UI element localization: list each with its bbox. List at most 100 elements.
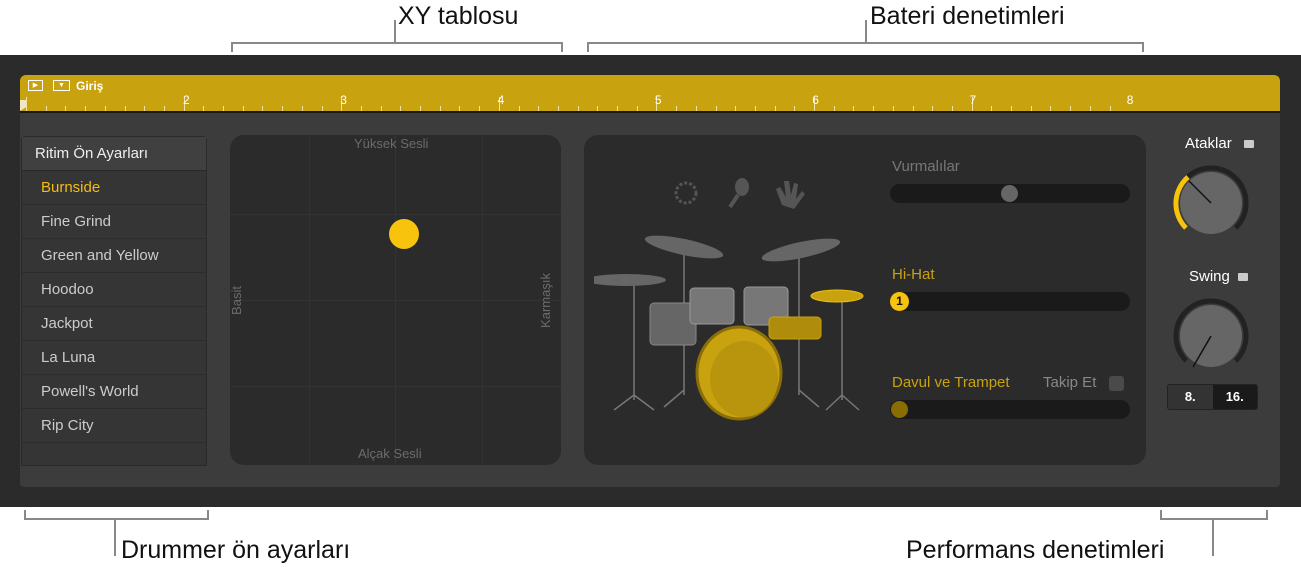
- ruler-tick: [1050, 106, 1052, 111]
- ruler-tick: [951, 106, 953, 111]
- ruler-tick: [794, 106, 796, 111]
- ruler-tick: [932, 106, 934, 111]
- preset-item[interactable]: Green and Yellow: [22, 239, 206, 273]
- ruler-tick: [695, 106, 697, 111]
- ruler-tick: [774, 106, 776, 111]
- ruler-tick: [380, 106, 382, 111]
- ruler-bar-number: 4: [497, 93, 505, 107]
- follow-label: Takip Et: [1043, 374, 1097, 391]
- kick-snare-slider[interactable]: [890, 400, 1130, 419]
- drum-kit-panel: Vurmalılar Hi-Hat 1 Davul ve Trampet Tak…: [584, 135, 1146, 465]
- preset-list: Ritim Ön Ayarları Burnside Fine Grind Gree…: [21, 136, 207, 466]
- preset-item[interactable]: Rip City: [22, 409, 206, 443]
- fills-label: Ataklar: [1185, 135, 1232, 152]
- ruler-tick: [597, 106, 599, 111]
- filter-icon[interactable]: ▼: [53, 80, 70, 91]
- preset-item[interactable]: Hoodoo: [22, 273, 206, 307]
- ruler-tick: [577, 106, 579, 111]
- ruler-tick: [754, 106, 756, 111]
- swing-8th-button[interactable]: 8.: [1168, 385, 1213, 409]
- ruler-tick: [636, 106, 638, 111]
- hihat-slider-thumb[interactable]: 1: [890, 292, 909, 311]
- ruler-tick: [163, 106, 165, 111]
- swing-16th-button[interactable]: 16.: [1212, 385, 1257, 409]
- swing-knob[interactable]: [1171, 296, 1251, 376]
- ruler-tick: [282, 106, 284, 111]
- ruler-tick: [203, 106, 205, 111]
- ruler-bar-number: 8: [1126, 93, 1134, 107]
- ruler-tick: [833, 106, 835, 111]
- ruler-bar-number: 7: [969, 93, 977, 107]
- ruler-tick: [360, 106, 362, 111]
- swing-lock-icon[interactable]: [1238, 273, 1248, 281]
- play-icon[interactable]: ▶: [28, 80, 43, 91]
- ruler-tick: [223, 106, 224, 111]
- hihat-slider[interactable]: 1: [890, 292, 1130, 311]
- bracket-drum: [587, 42, 1144, 52]
- handclap-icon[interactable]: [776, 181, 805, 209]
- ruler-tick: [439, 106, 441, 111]
- preset-item[interactable]: Burnside: [22, 171, 206, 205]
- shaker-icon[interactable]: [728, 178, 749, 209]
- ruler-tick: [459, 106, 461, 111]
- callout-xy: XY tablosu: [398, 2, 519, 30]
- bracket-drum-stem: [865, 20, 867, 42]
- bracket-performance: [1160, 510, 1268, 520]
- xy-label-loud: Yüksek Sesli: [354, 136, 429, 151]
- ruler-tick: [479, 106, 481, 111]
- ruler-tick: [557, 106, 559, 111]
- follow-checkbox[interactable]: [1109, 376, 1124, 391]
- fills-lock-icon[interactable]: [1244, 140, 1254, 148]
- ruler-tick: [892, 106, 894, 111]
- ruler-tick: [518, 106, 520, 111]
- ruler-tick: [912, 106, 914, 111]
- ruler-tick: [144, 106, 146, 111]
- ruler-tick: [1089, 106, 1091, 111]
- ruler-bar-number: 5: [654, 93, 662, 107]
- swing-label: Swing: [1189, 268, 1230, 285]
- ruler-tick: [65, 106, 67, 111]
- region-ruler[interactable]: ▶ ▼ Giriş 2 3 4 5 6 7 8: [20, 75, 1280, 113]
- tambourine-icon[interactable]: [674, 181, 698, 205]
- ruler-tick: [735, 106, 737, 111]
- swing-resolution-toggle: 8. 16.: [1167, 384, 1258, 410]
- callout-drum: Bateri denetimleri: [870, 2, 1065, 30]
- preset-item[interactable]: La Luna: [22, 341, 206, 375]
- xy-puck[interactable]: [389, 219, 419, 249]
- percussion-label: Vurmalılar: [892, 158, 960, 175]
- ruler-tick: [617, 106, 618, 111]
- ruler-tick: [853, 106, 855, 111]
- fills-knob[interactable]: [1171, 163, 1251, 243]
- ruler-tick: [104, 106, 106, 111]
- ruler-tick: [1070, 106, 1072, 111]
- kick-snare-label: Davul ve Trampet: [892, 374, 1010, 391]
- percussion-slider-thumb[interactable]: [1001, 185, 1018, 202]
- ruler-tick: [1109, 106, 1111, 111]
- preset-list-header: Ritim Ön Ayarları: [22, 137, 206, 171]
- ruler-bar-number: 2: [183, 93, 190, 107]
- bracket-presets-stem: [114, 520, 116, 556]
- ruler-tick: [715, 106, 717, 111]
- callout-presets: Drummer ön ayarları: [121, 536, 351, 564]
- preset-item[interactable]: Fine Grind: [22, 205, 206, 239]
- ruler-tick: [420, 106, 421, 111]
- preset-item[interactable]: Powell's World: [22, 375, 206, 409]
- ruler-bar-number: 3: [340, 93, 347, 107]
- xy-label-soft: Alçak Sesli: [358, 446, 422, 461]
- ruler-tick: [26, 97, 27, 111]
- bracket-presets: [24, 510, 209, 520]
- ruler-tick: [262, 106, 264, 111]
- ruler-bar-number: 6: [812, 93, 819, 107]
- ruler-tick: [124, 106, 126, 111]
- ruler-tick: [85, 106, 87, 111]
- preset-item[interactable]: Jackpot: [22, 307, 206, 341]
- xy-pad[interactable]: Yüksek Sesli Alçak Sesli Basit Karmaşık: [230, 135, 561, 465]
- drum-kit-illustration[interactable]: [594, 165, 894, 465]
- region-name: Giriş: [76, 79, 104, 93]
- ruler-tick: [301, 106, 303, 111]
- ruler-tick: [991, 106, 993, 111]
- ruler-tick: [538, 106, 540, 111]
- percussion-slider[interactable]: [890, 184, 1130, 203]
- xy-label-complex: Karmaşık: [537, 273, 553, 328]
- kick-snare-slider-thumb[interactable]: [891, 401, 908, 418]
